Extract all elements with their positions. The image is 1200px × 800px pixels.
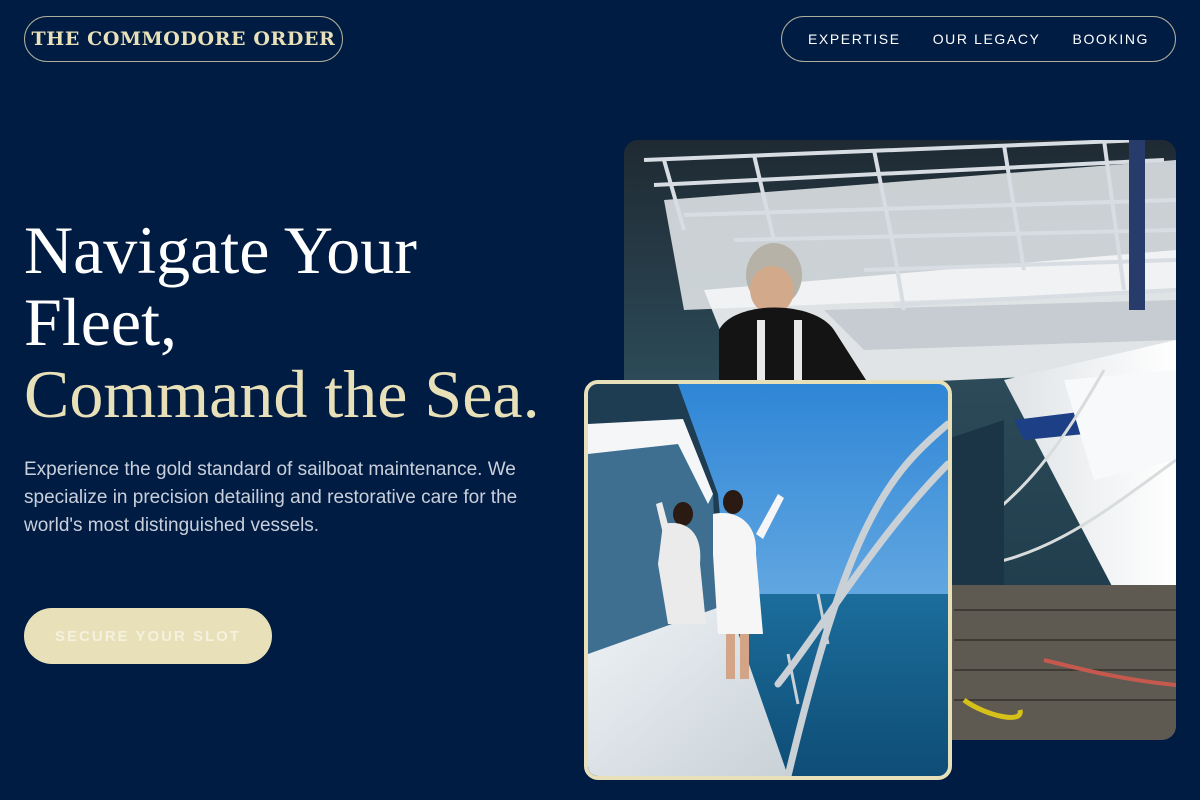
nav-link-booking[interactable]: BOOKING — [1073, 31, 1150, 47]
nav-link-expertise[interactable]: EXPERTISE — [808, 31, 901, 47]
brand-logo[interactable]: THE COMMODORE ORDER — [24, 16, 343, 62]
hero-title-line-2: Fleet, — [24, 284, 177, 360]
couple-yacht-photo — [584, 380, 952, 780]
hero-title-accent: Command the Sea. — [24, 356, 540, 432]
main-nav: EXPERTISE OUR LEGACY BOOKING — [781, 16, 1176, 62]
hero-description: Experience the gold standard of sailboat… — [24, 459, 518, 536]
hero-title-line-1: Navigate Your — [24, 212, 417, 288]
nav-link-our-legacy[interactable]: OUR LEGACY — [933, 31, 1041, 47]
secure-slot-button[interactable]: SECURE YOUR SLOT — [24, 608, 272, 664]
hero-title: Navigate Your Fleet, Command the Sea. — [24, 214, 540, 430]
